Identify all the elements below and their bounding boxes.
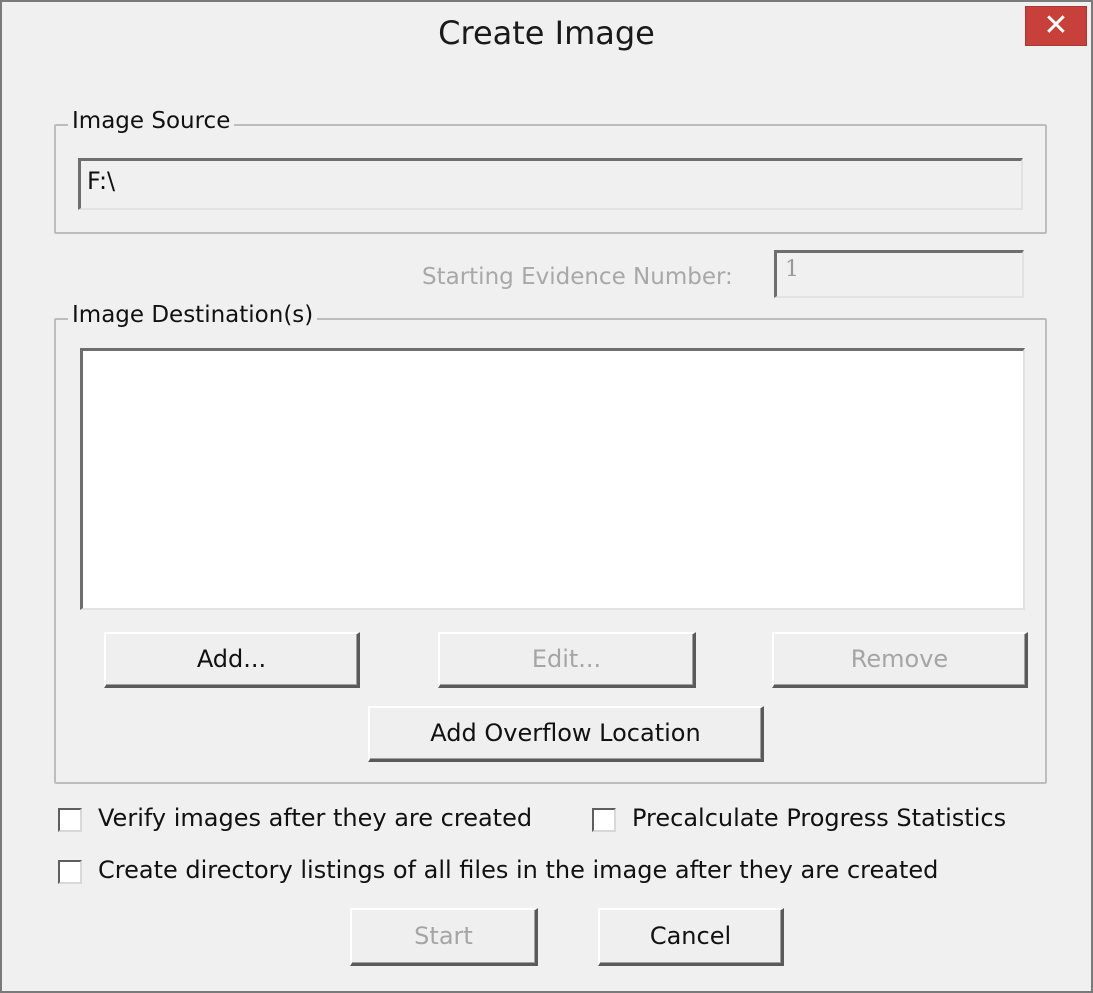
image-destinations-label: Image Destination(s) [68,302,318,328]
add-button-label: Add... [196,645,267,673]
starting-evidence-number-label: Starting Evidence Number: [422,264,733,290]
cancel-button-label: Cancel [649,922,732,950]
add-overflow-location-label: Add Overflow Location [430,719,701,747]
start-button[interactable]: Start [350,908,538,966]
close-icon: ✕ [1043,8,1069,43]
cancel-button[interactable]: Cancel [598,908,784,966]
start-button-label: Start [414,922,473,950]
edit-button-label: Edit... [531,645,602,673]
remove-button[interactable]: Remove [772,632,1028,688]
dialog-title: Create Image [438,14,655,52]
edit-button[interactable]: Edit... [438,632,696,688]
directory-listings-option[interactable]: Create directory listings of all files i… [58,856,1018,890]
image-destinations-list[interactable] [80,348,1025,610]
directory-listings-checkbox[interactable] [58,860,82,884]
image-source-label: Image Source [68,108,235,134]
title-bar: Create Image ✕ [2,2,1091,80]
image-source-group: Image Source F:\ [54,108,1047,234]
add-overflow-location-button[interactable]: Add Overflow Location [368,706,764,762]
precalculate-progress-option[interactable]: Precalculate Progress Statistics [592,804,1032,838]
image-source-field[interactable]: F:\ [78,158,1023,210]
verify-images-option[interactable]: Verify images after they are created [58,804,558,838]
precalculate-progress-checkbox[interactable] [592,808,616,832]
directory-listings-label: Create directory listings of all files i… [98,856,939,884]
verify-images-checkbox[interactable] [58,808,82,832]
add-button[interactable]: Add... [104,632,360,688]
close-button[interactable]: ✕ [1025,6,1087,46]
image-destinations-group: Image Destination(s) Add... Edit... Remo… [54,302,1047,784]
verify-images-label: Verify images after they are created [98,804,533,832]
create-image-dialog: Create Image ✕ Image Source F:\ Starting… [0,0,1093,993]
precalculate-progress-label: Precalculate Progress Statistics [632,804,1007,832]
remove-button-label: Remove [850,645,949,673]
image-source-value: F:\ [87,167,116,195]
starting-evidence-number-input[interactable]: 1 [774,250,1024,298]
